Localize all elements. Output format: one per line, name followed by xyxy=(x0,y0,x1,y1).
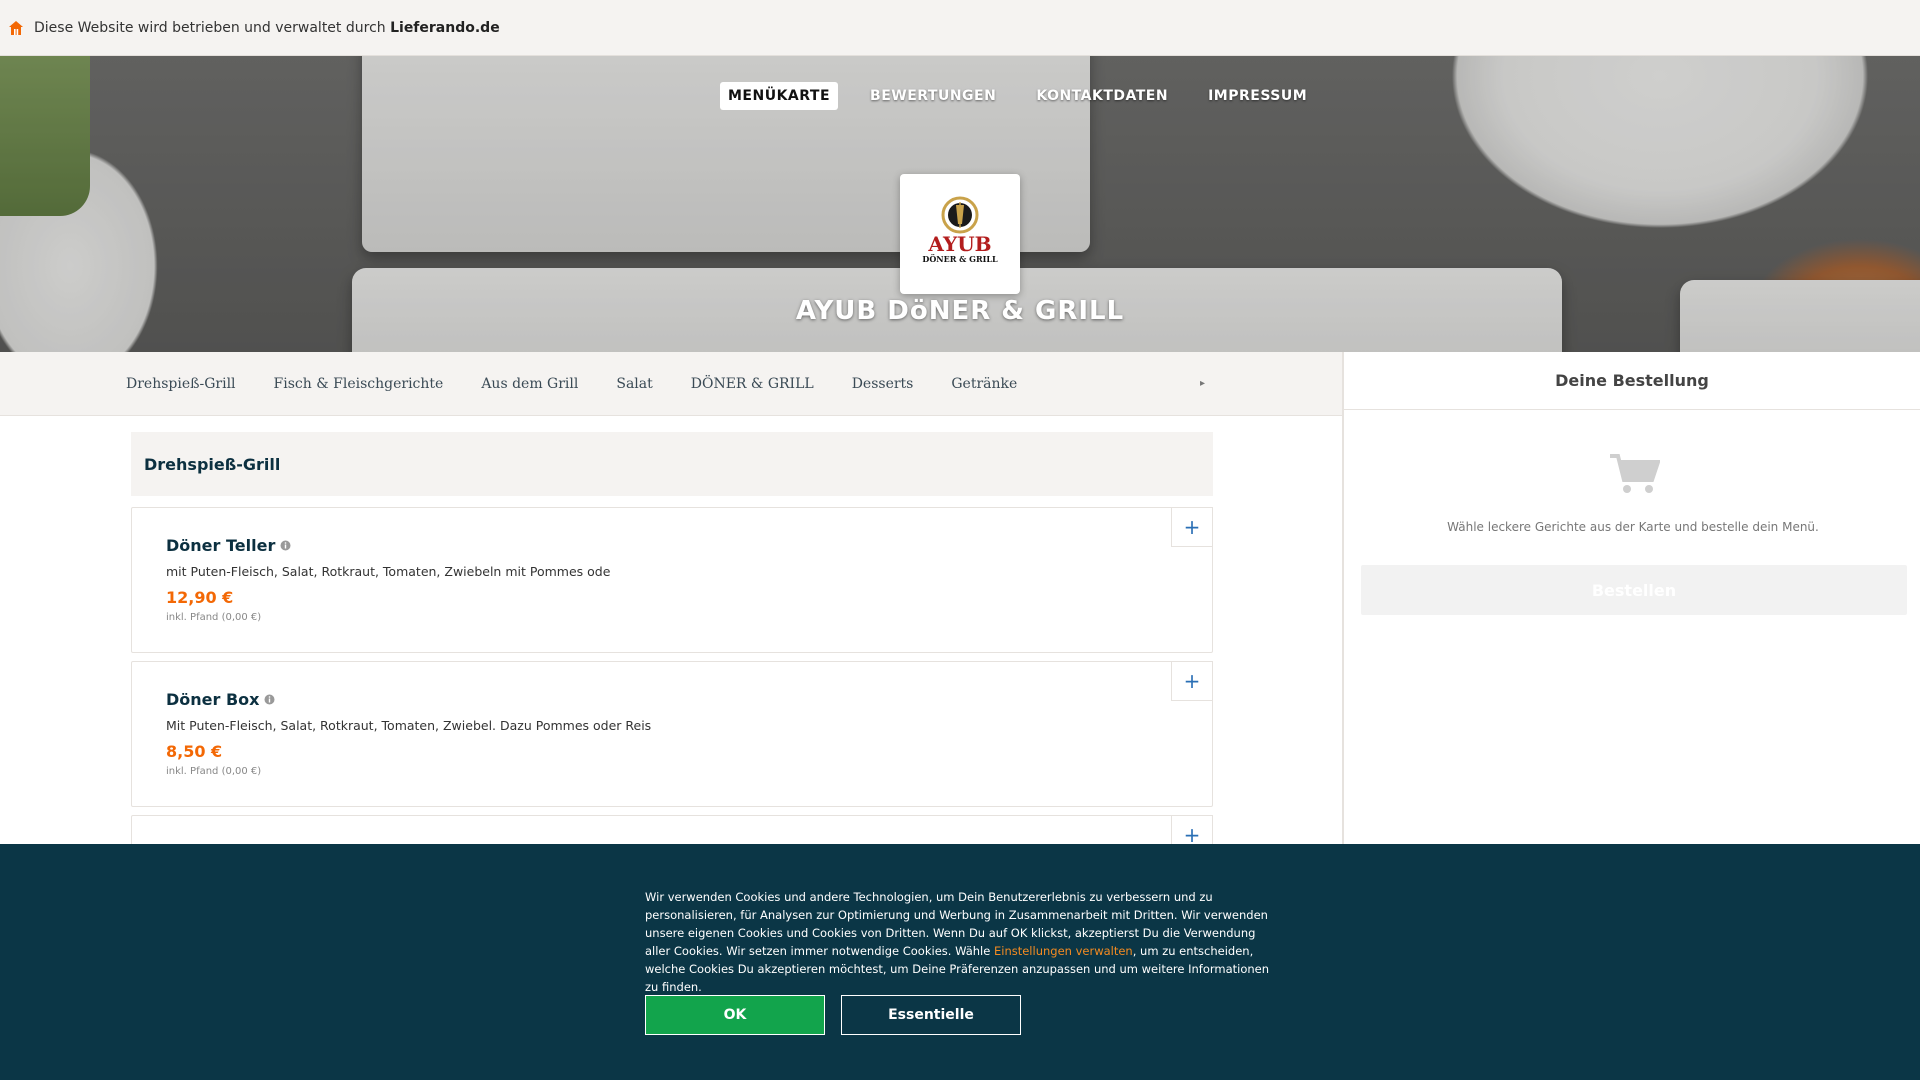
item-deposit: inkl. Pfand (0,00 €) xyxy=(166,612,262,623)
category-bar: Drehspieß-Grill Fisch & Fleischgerichte … xyxy=(0,352,1342,416)
category-desserts[interactable]: Desserts xyxy=(852,376,914,392)
doner-emblem-icon xyxy=(941,196,979,234)
info-icon[interactable] xyxy=(264,694,275,705)
operator-brand[interactable]: Lieferando.de xyxy=(390,20,500,36)
nav-bewertungen[interactable]: BEWERTUNGEN xyxy=(862,82,1004,110)
cookie-ok-button[interactable]: OK xyxy=(645,995,825,1035)
category-doener-grill[interactable]: DÖNER & GRILL xyxy=(691,376,814,392)
nav-menukarte[interactable]: MENÜKARTE xyxy=(720,82,839,110)
restaurant-logo: AYUB DÖNER & GRILL xyxy=(900,174,1020,294)
item-price: 12,90 € xyxy=(166,588,234,607)
add-to-cart-button[interactable]: + xyxy=(1171,507,1213,547)
item-description: mit Puten-Fleisch, Salat, Rotkraut, Toma… xyxy=(166,564,611,579)
checkout-button[interactable]: Bestellen xyxy=(1361,565,1907,615)
operator-text: Diese Website wird betrieben und verwalt… xyxy=(34,20,500,36)
info-icon[interactable] xyxy=(280,540,291,551)
cookie-text: Wir verwenden Cookies und andere Technol… xyxy=(645,888,1275,996)
logo-subtitle: DÖNER & GRILL xyxy=(922,254,998,264)
item-name-row: Döner Box xyxy=(166,690,275,709)
add-to-cart-button[interactable]: + xyxy=(1171,661,1213,701)
menu-item[interactable]: Döner Teller mit Puten-Fleisch, Salat, R… xyxy=(131,507,1213,653)
nav-kontaktdaten[interactable]: KONTAKTDATEN xyxy=(1028,82,1176,110)
item-name-row: Döner Teller xyxy=(166,536,291,555)
category-drehspiess-grill[interactable]: Drehspieß-Grill xyxy=(126,376,236,392)
section-title: Drehspieß-Grill xyxy=(144,454,281,474)
order-title: Deine Bestellung xyxy=(1344,352,1920,410)
cookie-settings-link[interactable]: Einstellungen verwalten xyxy=(994,944,1133,958)
section-header: Drehspieß-Grill xyxy=(131,432,1213,496)
item-name: Döner Teller xyxy=(166,536,276,555)
item-name: Döner Box xyxy=(166,690,260,709)
category-fisch-fleisch[interactable]: Fisch & Fleischgerichte xyxy=(274,376,444,392)
restaurant-title: AYUB DöNER & GRILL xyxy=(795,296,1125,326)
item-deposit: inkl. Pfand (0,00 €) xyxy=(166,766,262,777)
operator-bar: Diese Website wird betrieben und verwalt… xyxy=(0,0,1920,56)
logo-brand: AYUB xyxy=(928,232,992,256)
hero-banner: MENÜKARTE BEWERTUNGEN KONTAKTDATEN IMPRE… xyxy=(0,56,1920,352)
item-description: Mit Puten-Fleisch, Salat, Rotkraut, Toma… xyxy=(166,718,652,733)
empty-cart-hint: Wähle leckere Gerichte aus der Karte und… xyxy=(1447,520,1819,534)
cart-icon xyxy=(1610,454,1660,493)
category-salat[interactable]: Salat xyxy=(616,376,652,392)
home-icon xyxy=(9,20,23,35)
chevron-right-icon[interactable]: ▸ xyxy=(1200,378,1205,389)
logo-content: AYUB DÖNER & GRILL xyxy=(920,196,1000,272)
main-nav: MENÜKARTE BEWERTUNGEN KONTAKTDATEN IMPRE… xyxy=(720,82,1315,110)
menu-item[interactable]: Döner Box Mit Puten-Fleisch, Salat, Rotk… xyxy=(131,661,1213,807)
category-getraenke[interactable]: Getränke xyxy=(951,376,1017,392)
operator-prefix: Diese Website wird betrieben und verwalt… xyxy=(34,19,386,36)
nav-impressum[interactable]: IMPRESSUM xyxy=(1200,82,1315,110)
item-price: 8,50 € xyxy=(166,742,223,761)
cookie-essential-button[interactable]: Essentielle xyxy=(841,995,1021,1035)
category-aus-dem-grill[interactable]: Aus dem Grill xyxy=(481,376,578,392)
cookie-banner: Wir verwenden Cookies und andere Technol… xyxy=(0,844,1920,1080)
